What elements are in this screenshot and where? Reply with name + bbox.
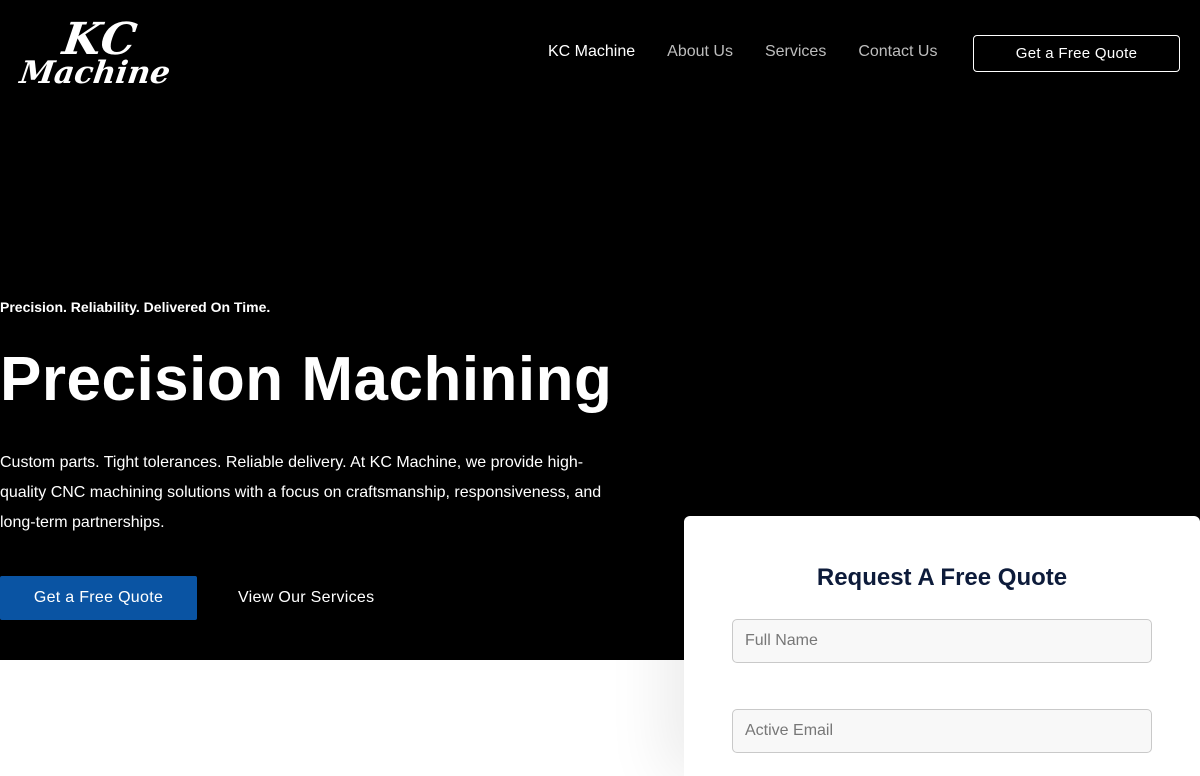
site-logo[interactable]: KC Machine [17, 14, 173, 98]
quote-form-card: Request A Free Quote [684, 516, 1200, 776]
email-input[interactable] [732, 709, 1152, 753]
main-nav: KC Machine About Us Services Contact Us [548, 43, 969, 61]
hero-headline: Precision Machining [0, 345, 613, 414]
nav-item-contact[interactable]: Contact Us [858, 43, 937, 61]
view-services-link[interactable]: View Our Services [238, 576, 374, 620]
header-quote-button[interactable]: Get a Free Quote [973, 35, 1180, 72]
quote-form-title: Request A Free Quote [816, 564, 1068, 591]
logo-text-bottom: Machine [17, 55, 173, 91]
hero-description: Custom parts. Tight tolerances. Reliable… [0, 454, 602, 531]
hero-quote-button[interactable]: Get a Free Quote [0, 576, 197, 620]
nav-item-about[interactable]: About Us [667, 43, 733, 61]
nav-item-services[interactable]: Services [765, 43, 826, 61]
hero-tagline: Precision. Reliability. Delivered On Tim… [0, 299, 271, 315]
full-name-input[interactable] [732, 619, 1152, 663]
nav-item-home[interactable]: KC Machine [548, 43, 635, 61]
